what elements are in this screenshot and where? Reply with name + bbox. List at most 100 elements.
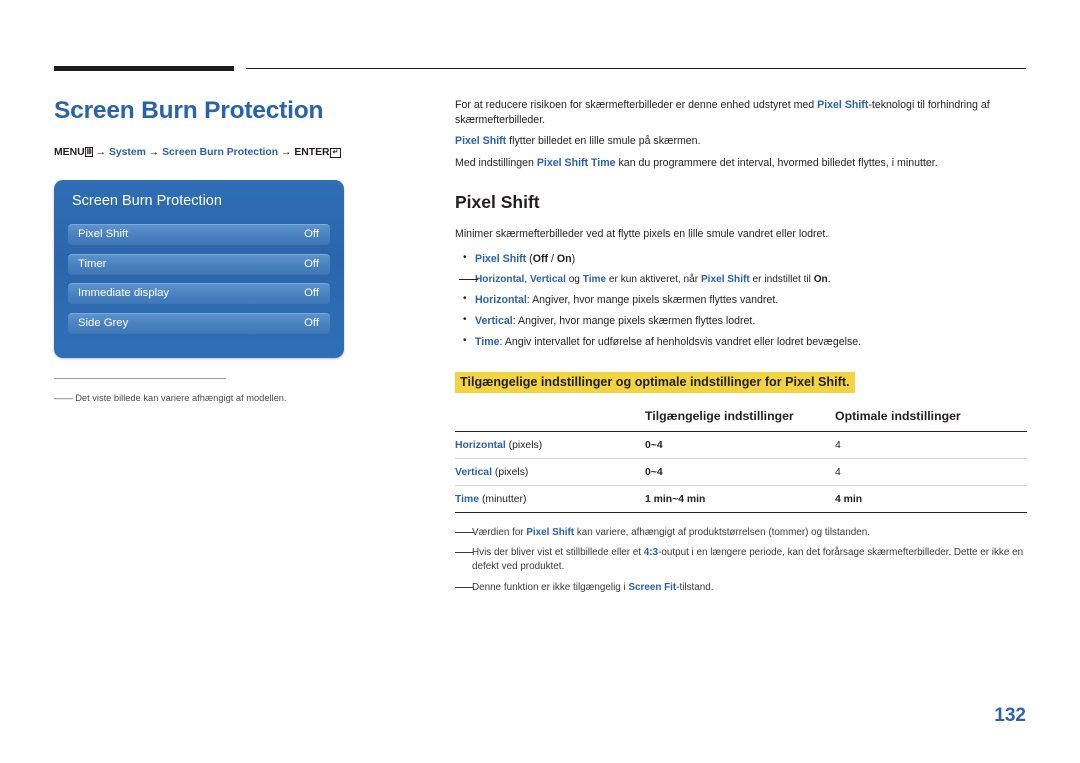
document-page: Screen Burn Protection MENU Ⅲ → System → … (0, 0, 1080, 763)
note-c: kan variere, afhængigt af produktstørrel… (574, 526, 870, 538)
settings-table: Tilgængelige indstillinger Optimale inds… (455, 404, 1027, 513)
table-unit: (minutter) (479, 493, 527, 505)
table-cell-optimal: 4 (835, 430, 1027, 459)
bottom-note-2: ―― Hvis der bliver vist et stillbillede e… (455, 546, 1027, 575)
bottom-notes: ―― Værdien for Pixel Shift kan variere, a… (455, 526, 1027, 595)
osd-row-side-grey[interactable]: Side Grey Off (68, 312, 330, 334)
bullet-term: Horizontal (475, 294, 527, 307)
subnote-dash: ―― (459, 274, 478, 286)
bullet-time: Time: Angiv intervallet for udførelse af… (455, 334, 1027, 350)
left-footnote-text: Det viste billede kan variere afhængigt … (75, 393, 287, 403)
left-footnote-dash: ―― (54, 393, 73, 403)
intro-paragraph-1: For at reducere risikoen for skærmefterb… (455, 98, 1027, 127)
bullet-list-secondary: Horizontal: Angiver, hvor mange pixels s… (455, 292, 1027, 350)
note-dash: ―― (455, 581, 474, 593)
header-rule-thick (54, 66, 234, 71)
subnote-term-horizontal: Horizontal (475, 274, 525, 286)
highlighted-heading: Tilgængelige indstillinger og optimale i… (455, 371, 855, 393)
osd-row-value: Off (304, 257, 319, 270)
bullet-text: : Angiver, hvor mange pixels skærmen fly… (526, 294, 779, 307)
subnote-t6: er kun aktiveret, når (606, 274, 701, 286)
osd-menu-list: Pixel Shift Off Timer Off Immediate disp… (68, 224, 330, 342)
subnote-term-on: On (813, 274, 828, 286)
table-term: Time (455, 493, 480, 505)
breadcrumb-arrow-3: → (281, 146, 292, 158)
table-unit: (pixels) (491, 466, 529, 478)
bullet-option-on: On (556, 253, 572, 266)
intro-paragraph-3: Med indstillingen Pixel Shift Time kan d… (455, 156, 1027, 171)
section-heading: Pixel Shift (455, 192, 540, 213)
osd-panel: Screen Burn Protection Pixel Shift Off T… (54, 180, 344, 358)
bullet-pixel-shift: Pixel Shift (Off / On) (455, 251, 1027, 267)
table-term: Horizontal (455, 439, 506, 451)
bullet-sep: / (548, 253, 557, 266)
table-row: Vertical (pixels) 0~4 4 (455, 457, 1027, 486)
intro-p2-term: Pixel Shift (455, 135, 507, 148)
subnote-t4: og (565, 274, 583, 286)
breadcrumb-arrow-1: → (95, 146, 107, 158)
note-dash: ―― (455, 547, 474, 559)
osd-row-label: Side Grey (78, 316, 129, 329)
intro-p1-a: For at reducere risikoen for skærmefterb… (455, 99, 818, 111)
note-a: Værdien for (472, 526, 527, 538)
table-cell-available: 0~4 (645, 430, 835, 459)
breadcrumb-arrow-2: → (148, 146, 160, 158)
osd-row-label: Immediate display (78, 287, 170, 299)
breadcrumb-menu-label: MENU (54, 146, 85, 158)
table-cell-name: Horizontal (pixels) (455, 430, 645, 459)
bullet-text: : Angiver, hvor mange pixels skærmen fly… (512, 315, 756, 328)
osd-row-immediate-display[interactable]: Immediate display Off (68, 283, 330, 304)
table-header-blank (455, 404, 645, 432)
intro-p2-b: flytter billedet en lille smule på skærm… (506, 135, 701, 148)
osd-row-pixel-shift[interactable]: Pixel Shift Off (68, 224, 330, 245)
note-c: -tilstand. (676, 581, 714, 593)
osd-row-value: Off (304, 287, 319, 299)
bullet-term: Time (475, 335, 500, 348)
breadcrumb-item-system: System (108, 146, 146, 158)
bullet-term: Vertical (475, 315, 513, 328)
menu-grid-icon: Ⅲ (84, 146, 93, 157)
left-note-divider (54, 378, 226, 379)
table-cell-available: 0~4 (645, 457, 835, 486)
bullet-horizontal: Horizontal: Angiver, hvor mange pixels s… (455, 292, 1027, 308)
breadcrumb-item-screen-burn-protection: Screen Burn Protection (162, 146, 279, 158)
osd-row-label: Pixel Shift (78, 228, 129, 240)
osd-title: Screen Burn Protection (72, 193, 222, 209)
note-a: Denne funktion er ikke tilgængelig i (472, 581, 629, 593)
intro-p3-a: Med indstillingen (455, 156, 537, 169)
table-cell-name: Time (minutter) (455, 484, 645, 513)
breadcrumb: MENU Ⅲ → System → Screen Burn Protection … (54, 146, 414, 158)
page-number: 132 (994, 705, 1026, 726)
intro-block: For at reducere risikoen for skærmefterb… (455, 98, 1027, 170)
page-title: Screen Burn Protection (54, 97, 324, 124)
subnote-activation: ―― Horizontal, Vertical og Time er kun ak… (455, 273, 1027, 287)
note-term: Pixel Shift (526, 526, 575, 538)
bottom-note-1: ―― Værdien for Pixel Shift kan variere, a… (455, 526, 1027, 540)
osd-row-value: Off (304, 228, 319, 240)
table-cell-optimal: 4 (835, 457, 1027, 486)
table-row: Time (minutter) 1 min~4 min 4 min (455, 484, 1027, 513)
subnote-term-pixel-shift: Pixel Shift (700, 274, 750, 286)
enter-key-icon: ↵ (329, 147, 342, 158)
bottom-note-3: ―― Denne funktion er ikke tilgængelig i S… (455, 581, 1027, 595)
section-description: Minimer skærmefterbilleder ved at flytte… (455, 228, 829, 241)
bullet-rest-2: ) (571, 253, 576, 266)
osd-row-timer[interactable]: Timer Off (68, 253, 330, 275)
table-term: Vertical (455, 466, 492, 478)
bullet-option-off: Off (532, 253, 548, 266)
intro-p3-c: kan du programmere det interval, hvormed… (615, 156, 938, 169)
breadcrumb-enter-label: ENTER (294, 146, 330, 158)
intro-p3-term: Pixel Shift Time (536, 156, 616, 169)
table-header-available: Tilgængelige indstillinger (645, 404, 835, 432)
subnote-term-time: Time (582, 274, 607, 286)
table-cell-name: Vertical (pixels) (455, 457, 645, 486)
left-footnote: ―― Det viste billede kan variere afhængi… (54, 392, 384, 405)
table-unit: (pixels) (505, 439, 543, 451)
table-row: Horizontal (pixels) 0~4 4 (455, 430, 1027, 459)
table-cell-available: 1 min~4 min (645, 484, 835, 513)
bullet-term: Pixel Shift (475, 253, 527, 266)
subnote-t8: er indstillet til (749, 274, 814, 286)
table-cell-optimal: 4 min (835, 484, 1027, 513)
intro-paragraph-2: Pixel Shift flytter billedet en lille sm… (455, 134, 1027, 149)
header-rule-thin (246, 68, 1026, 69)
